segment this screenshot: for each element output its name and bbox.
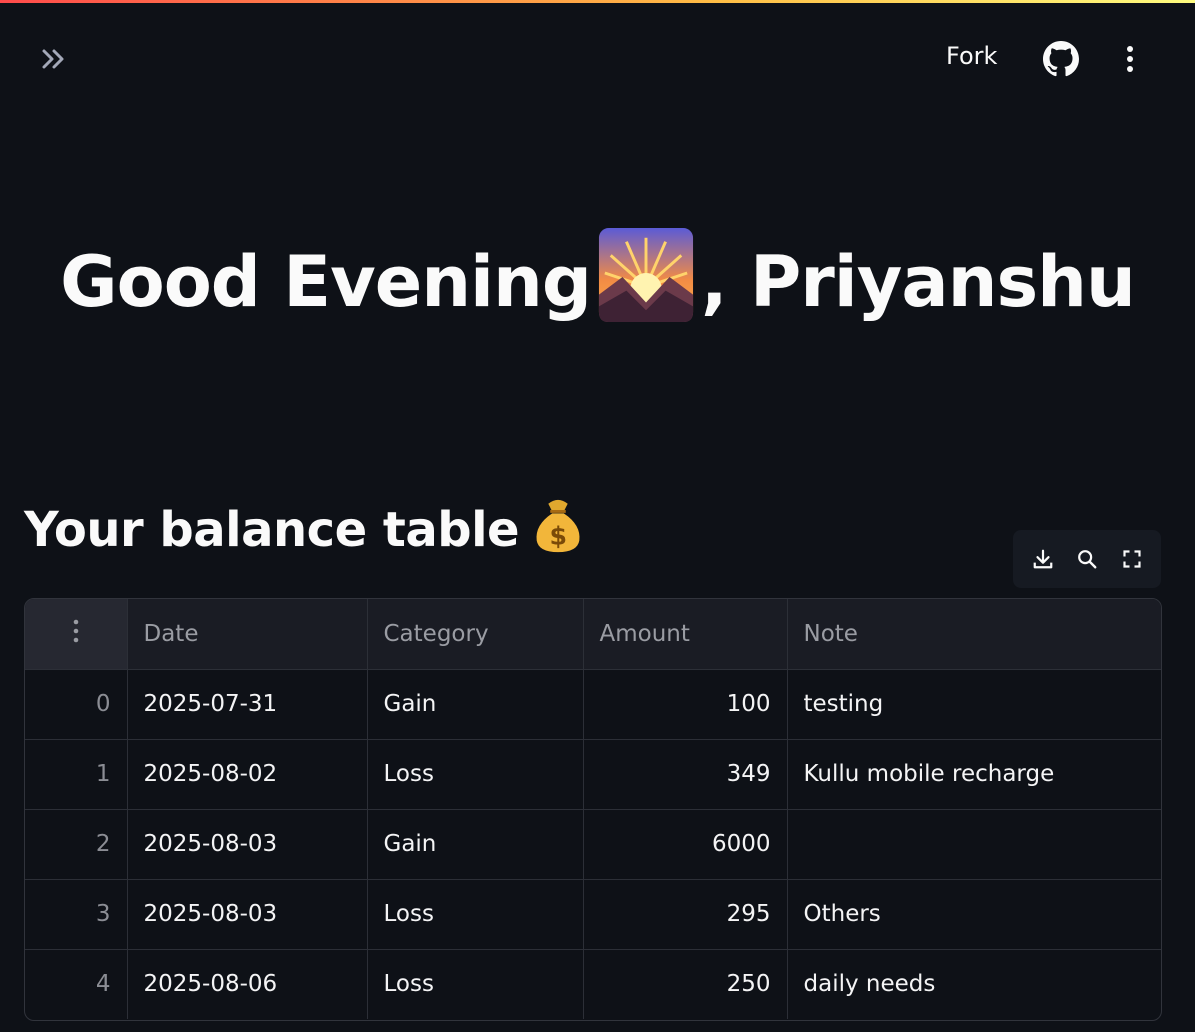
- sunrise-over-mountains-emoji: [598, 227, 694, 323]
- more-vertical-icon: [1127, 46, 1133, 72]
- cell-amount[interactable]: 6000: [583, 809, 788, 880]
- table-row[interactable]: 0 2025-07-31 Gain 100 testing: [25, 669, 1161, 740]
- search-icon: [1078, 550, 1097, 569]
- cell-category[interactable]: Gain: [367, 809, 584, 880]
- expand-sidebar-button[interactable]: [30, 39, 80, 79]
- balance-table-title: Your balance table: [24, 502, 520, 558]
- table-header-row: Date Category Amount Note: [25, 599, 1161, 670]
- row-index: 3: [25, 879, 128, 950]
- main-menu-button[interactable]: [1113, 41, 1147, 77]
- table-row[interactable]: 3 2025-08-03 Loss 295 Others: [25, 879, 1161, 950]
- search-button[interactable]: [1072, 544, 1102, 574]
- cell-amount[interactable]: 295: [583, 879, 788, 950]
- cell-category[interactable]: Loss: [367, 949, 584, 1019]
- greeting-suffix: , Priyanshu: [700, 241, 1136, 323]
- more-vertical-icon: [73, 619, 79, 643]
- balance-table-heading: Your balance table $: [24, 494, 589, 565]
- greeting-heading: Good Evening , Priyanshu: [0, 226, 1195, 337]
- cell-category[interactable]: Loss: [367, 879, 584, 950]
- cell-note[interactable]: daily needs: [787, 949, 1161, 1019]
- github-icon: [1043, 41, 1079, 77]
- download-icon: [1033, 549, 1052, 569]
- cell-date[interactable]: 2025-08-03: [127, 809, 368, 880]
- column-header-amount[interactable]: Amount: [583, 599, 788, 670]
- money-bag-emoji: $: [536, 499, 580, 553]
- cell-note[interactable]: [787, 809, 1161, 880]
- expand-sidebar-icon: [42, 49, 64, 69]
- table-row[interactable]: 1 2025-08-02 Loss 349 Kullu mobile recha…: [25, 739, 1161, 810]
- column-header-category[interactable]: Category: [367, 599, 584, 670]
- cell-amount[interactable]: 100: [583, 669, 788, 740]
- cell-category[interactable]: Gain: [367, 669, 584, 740]
- table-row[interactable]: 4 2025-08-06 Loss 250 daily needs: [25, 949, 1161, 1019]
- row-index: 0: [25, 669, 128, 740]
- download-button[interactable]: [1028, 544, 1058, 574]
- greeting-prefix: Good Evening: [60, 241, 592, 323]
- fork-button[interactable]: Fork: [946, 42, 997, 70]
- cell-category[interactable]: Loss: [367, 739, 584, 810]
- fullscreen-icon: [1122, 550, 1141, 568]
- svg-text:$: $: [550, 521, 567, 550]
- cell-amount[interactable]: 250: [583, 949, 788, 1019]
- github-button[interactable]: [1043, 41, 1079, 77]
- row-index: 4: [25, 949, 128, 1019]
- cell-date[interactable]: 2025-08-06: [127, 949, 368, 1019]
- fullscreen-button[interactable]: [1117, 544, 1147, 574]
- row-index: 2: [25, 809, 128, 880]
- cell-note[interactable]: Others: [787, 879, 1161, 950]
- app-header: Fork: [0, 3, 1195, 113]
- cell-note[interactable]: Kullu mobile recharge: [787, 739, 1161, 810]
- cell-amount[interactable]: 349: [583, 739, 788, 810]
- table-row[interactable]: 2 2025-08-03 Gain 6000: [25, 809, 1161, 880]
- row-index: 1: [25, 739, 128, 810]
- cell-note[interactable]: testing: [787, 669, 1161, 740]
- cell-date[interactable]: 2025-08-02: [127, 739, 368, 810]
- cell-date[interactable]: 2025-08-03: [127, 879, 368, 950]
- balance-table[interactable]: Date Category Amount Note 0 2025-07-31 G…: [24, 598, 1162, 1021]
- cell-date[interactable]: 2025-07-31: [127, 669, 368, 740]
- column-header-note[interactable]: Note: [787, 599, 1161, 670]
- column-header-date[interactable]: Date: [127, 599, 368, 670]
- row-index-menu[interactable]: [25, 599, 128, 670]
- table-toolbar: [1013, 530, 1161, 588]
